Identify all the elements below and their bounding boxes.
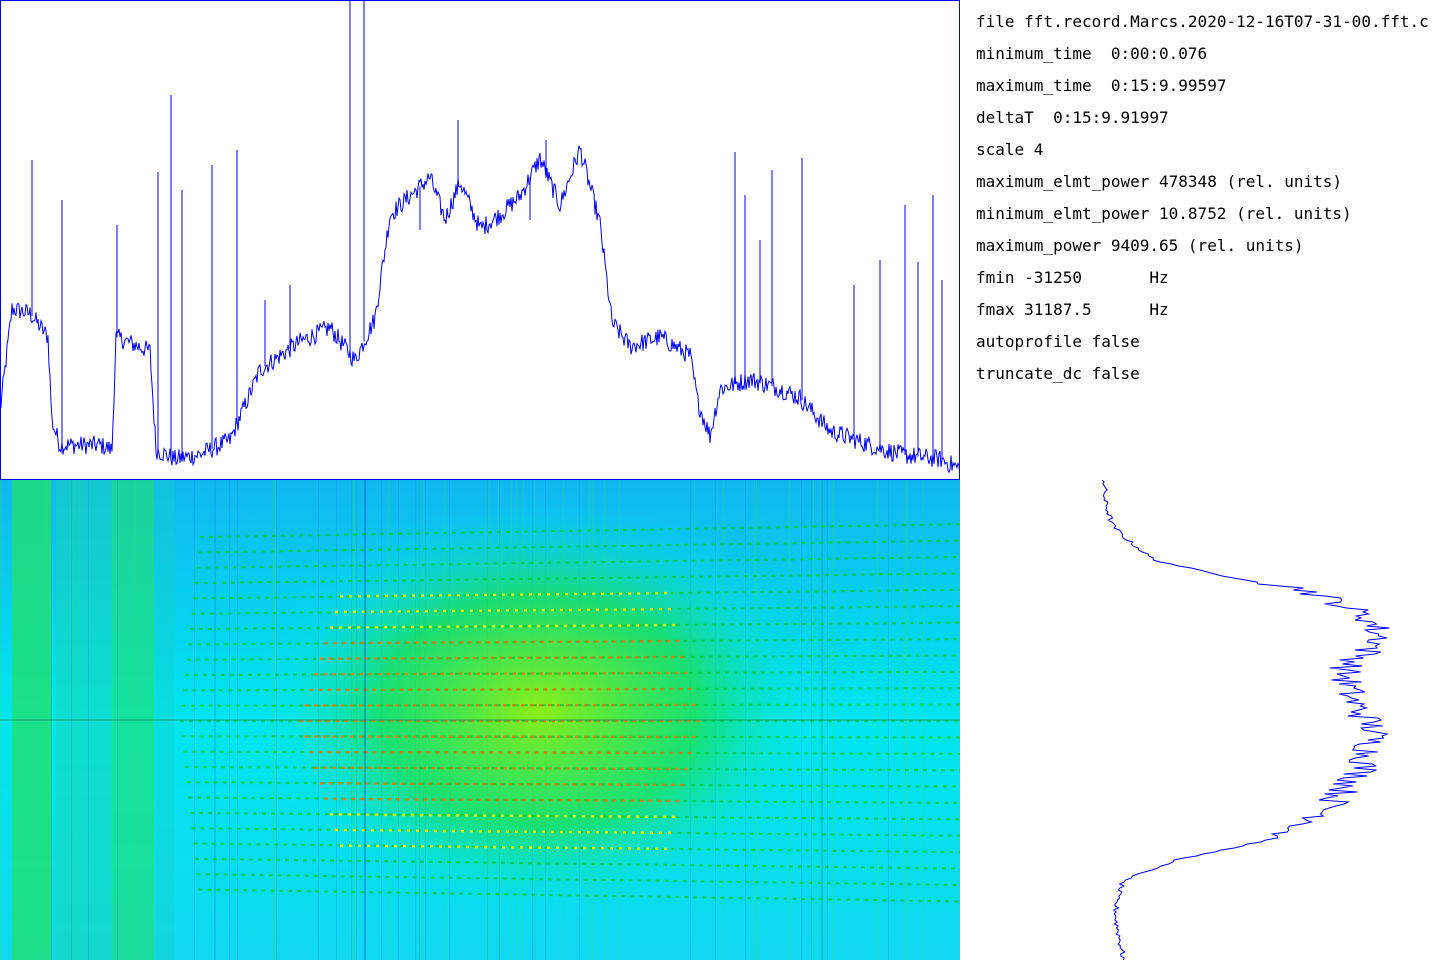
time-power-plot — [0, 0, 960, 480]
frequency-power-trace — [1101, 480, 1390, 960]
file-line: file fft.record.Marcs.2020-12-16T07-31-0… — [976, 12, 1429, 31]
fmin-line: fmin -31250 Hz — [976, 268, 1169, 287]
truncate-dc-line: truncate_dc false — [976, 364, 1140, 383]
maximum-time-line: maximum_time 0:15:9.99597 — [976, 76, 1227, 95]
time-plot-frame — [0, 0, 960, 480]
delta-t-line: deltaT 0:15:9.91997 — [976, 108, 1169, 127]
minimum-time-line: minimum_time 0:00:0.076 — [976, 44, 1208, 63]
info-panel: file fft.record.Marcs.2020-12-16T07-31-0… — [976, 0, 1440, 480]
minimum-element-power-line: minimum_elmt_power 10.8752 (rel. units) — [976, 204, 1352, 223]
autoprofile-line: autoprofile false — [976, 332, 1140, 351]
frequency-power-profile — [1101, 480, 1390, 960]
maximum-element-power-line: maximum_elmt_power 478348 (rel. units) — [976, 172, 1343, 191]
maximum-power-line: maximum_power 9409.65 (rel. units) — [976, 236, 1304, 255]
fmax-line: fmax 31187.5 Hz — [976, 300, 1169, 319]
scale-line: scale 4 — [976, 140, 1044, 159]
spectrogram — [0, 480, 960, 960]
